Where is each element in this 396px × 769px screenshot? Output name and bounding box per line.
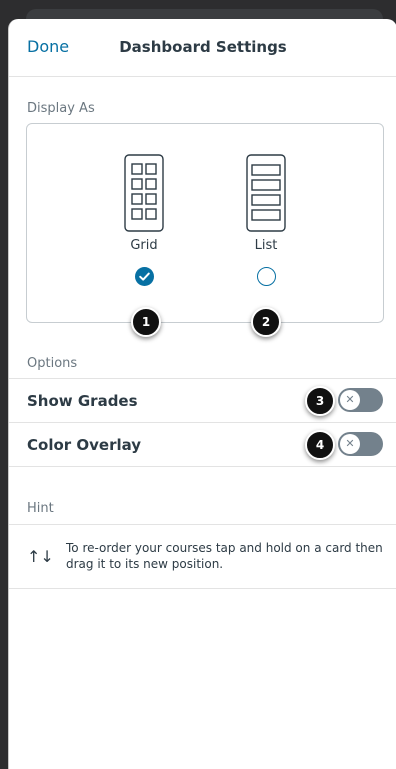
show-grades-label: Show Grades <box>27 392 138 410</box>
page-title: Dashboard Settings <box>119 38 287 56</box>
options-divider <box>9 466 396 467</box>
grid-option-label: Grid <box>130 238 158 253</box>
toggle-off-x-icon: ✕ <box>340 390 360 410</box>
options-label: Options <box>27 356 78 371</box>
display-as-label: Display As <box>27 101 95 116</box>
nav-bar: Done Dashboard Settings <box>9 19 396 77</box>
callout-badge-2: 2 <box>251 307 281 337</box>
settings-sheet: Done Dashboard Settings Display As Grid <box>8 19 396 769</box>
hint-text: To re-order your courses tap and hold on… <box>66 541 383 571</box>
grid-option[interactable]: Grid <box>114 154 174 286</box>
callout-badge-1: 1 <box>131 307 161 337</box>
hint-label: Hint <box>27 501 54 516</box>
list-option-label: List <box>254 238 278 253</box>
show-grades-row: Show Grades 3 ✕ <box>9 378 396 422</box>
display-as-card: Grid List 1 2 <box>26 123 384 337</box>
color-overlay-label: Color Overlay <box>27 436 142 454</box>
toggle-off-x-icon: ✕ <box>340 434 360 454</box>
list-option[interactable]: List <box>236 154 296 286</box>
callout-badge-4: 4 <box>305 430 335 460</box>
reorder-arrows-icon: ↑↓ <box>27 547 54 566</box>
hint-row: ↑↓ To re-order your courses tap and hold… <box>9 524 396 589</box>
checkmark-icon <box>138 272 150 281</box>
show-grades-toggle[interactable]: ✕ <box>338 388 383 412</box>
list-layout-icon <box>246 154 286 232</box>
grid-radio-checked[interactable] <box>134 267 154 286</box>
list-radio-unchecked[interactable] <box>256 267 276 286</box>
color-overlay-row: Color Overlay 4 ✕ <box>9 422 396 466</box>
grid-layout-icon <box>124 154 164 232</box>
callout-badge-3: 3 <box>305 386 335 416</box>
color-overlay-toggle[interactable]: ✕ <box>338 432 383 456</box>
